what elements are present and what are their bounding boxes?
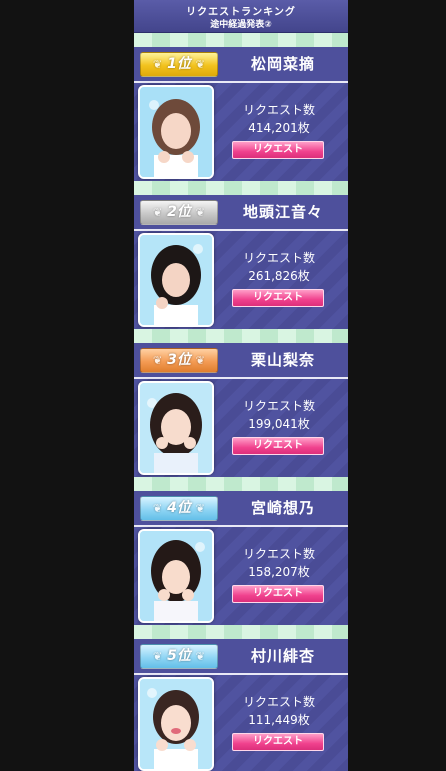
portrait-icon (140, 679, 212, 769)
entry-body: リクエスト数 414,201枚 リクエスト (134, 83, 348, 181)
rank-badge-blue: ❦ 4位 ❦ (140, 496, 218, 521)
request-count-label: リクエスト数 (242, 695, 315, 709)
laurel-left-icon: ❦ (153, 206, 163, 219)
rank-badge-gold: ❦ 1位 ❦ (140, 52, 218, 77)
header-subtitle: 途中経過発表② (210, 20, 272, 30)
request-count-label: リクエスト数 (242, 399, 315, 413)
request-button[interactable]: リクエスト (232, 585, 324, 603)
request-count-value: 199,041枚 (248, 417, 310, 431)
rank-label: 1位 (167, 56, 191, 72)
entry-title-bar: ❦ 5位 ❦ 村川緋杏 (134, 639, 348, 675)
request-button[interactable]: リクエスト (232, 141, 324, 159)
entry-body: リクエスト数 158,207枚 リクエスト (134, 527, 348, 625)
rank-label: 2位 (167, 204, 191, 220)
entry-body: リクエスト数 199,041枚 リクエスト (134, 379, 348, 477)
laurel-left-icon: ❦ (153, 58, 163, 71)
ranking-entry-4: ❦ 4位 ❦ 宮崎想乃 リクエスト数 158,207枚 リクエスト (134, 477, 348, 625)
divider-stripe (134, 625, 348, 639)
member-name: 村川緋杏 (250, 647, 315, 665)
ranking-entry-1: ❦ 1位 ❦ 松岡菜摘 リクエスト数 414,201枚 リクエスト (134, 33, 348, 181)
laurel-right-icon: ❦ (195, 206, 205, 219)
member-photo[interactable] (138, 85, 214, 179)
ranking-entry-2: ❦ 2位 ❦ 地頭江音々 リクエスト数 261,826枚 リクエスト (134, 181, 348, 329)
member-name: 栗山梨奈 (250, 351, 315, 369)
laurel-left-icon: ❦ (153, 650, 163, 663)
ranking-panel: リクエストランキング 途中経過発表② ❦ 1位 ❦ 松岡菜摘 リクエスト数 41… (134, 0, 348, 771)
rank-label: 5位 (167, 648, 191, 664)
portrait-icon (140, 383, 212, 473)
rank-label: 4位 (167, 500, 191, 516)
laurel-right-icon: ❦ (195, 354, 205, 367)
entry-title-bar: ❦ 3位 ❦ 栗山梨奈 (134, 343, 348, 379)
entry-title-bar: ❦ 2位 ❦ 地頭江音々 (134, 195, 348, 231)
member-photo[interactable] (138, 529, 214, 623)
rank-badge-blue: ❦ 5位 ❦ (140, 644, 218, 669)
rank-badge-silver: ❦ 2位 ❦ (140, 200, 218, 225)
request-count-value: 158,207枚 (248, 565, 310, 579)
member-photo[interactable] (138, 677, 214, 771)
request-button[interactable]: リクエスト (232, 437, 324, 455)
request-count-value: 261,826枚 (248, 269, 310, 283)
member-name: 松岡菜摘 (250, 55, 315, 73)
portrait-icon (140, 87, 212, 177)
rank-badge-bronze: ❦ 3位 ❦ (140, 348, 218, 373)
member-name: 宮崎想乃 (250, 499, 315, 517)
laurel-right-icon: ❦ (195, 502, 205, 515)
divider-stripe (134, 477, 348, 491)
ranking-header: リクエストランキング 途中経過発表② (134, 0, 348, 33)
request-count-label: リクエスト数 (242, 547, 315, 561)
request-count-label: リクエスト数 (242, 251, 315, 265)
divider-stripe (134, 33, 348, 47)
ranking-entry-3: ❦ 3位 ❦ 栗山梨奈 リクエスト数 199,041枚 リクエスト (134, 329, 348, 477)
divider-stripe (134, 329, 348, 343)
divider-stripe (134, 181, 348, 195)
header-title: リクエストランキング (186, 7, 296, 18)
laurel-right-icon: ❦ (195, 650, 205, 663)
portrait-icon (140, 531, 212, 621)
entry-body: リクエスト数 111,449枚 リクエスト (134, 675, 348, 771)
entry-body: リクエスト数 261,826枚 リクエスト (134, 231, 348, 329)
entry-title-bar: ❦ 1位 ❦ 松岡菜摘 (134, 47, 348, 83)
rank-label: 3位 (167, 352, 191, 368)
request-count-value: 111,449枚 (248, 713, 310, 727)
member-photo[interactable] (138, 233, 214, 327)
laurel-left-icon: ❦ (153, 502, 163, 515)
member-photo[interactable] (138, 381, 214, 475)
portrait-icon (140, 235, 212, 325)
request-button[interactable]: リクエスト (232, 289, 324, 307)
request-count-label: リクエスト数 (242, 103, 315, 117)
request-button[interactable]: リクエスト (232, 733, 324, 751)
entry-title-bar: ❦ 4位 ❦ 宮崎想乃 (134, 491, 348, 527)
request-count-value: 414,201枚 (248, 121, 310, 135)
laurel-right-icon: ❦ (195, 58, 205, 71)
member-name: 地頭江音々 (242, 203, 323, 221)
ranking-entry-5: ❦ 5位 ❦ 村川緋杏 リクエスト数 111,449枚 リクエスト (134, 625, 348, 771)
laurel-left-icon: ❦ (153, 354, 163, 367)
